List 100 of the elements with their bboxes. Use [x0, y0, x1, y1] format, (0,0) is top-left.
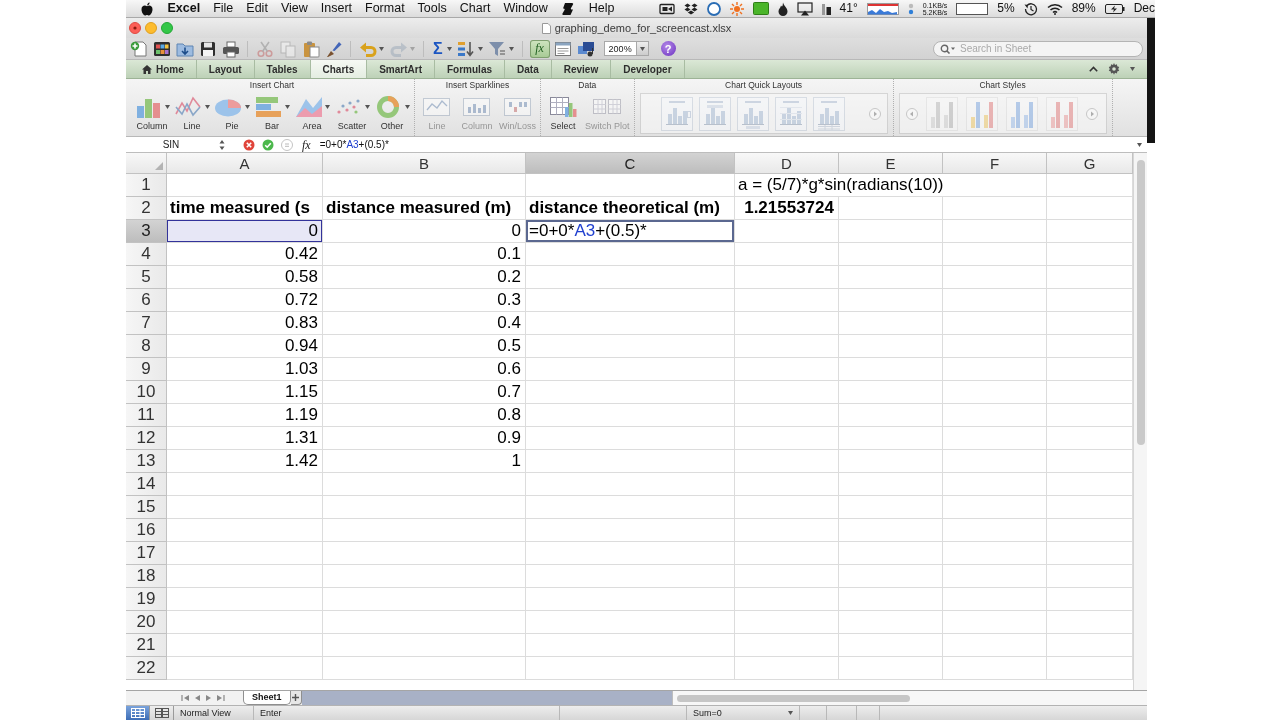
- ribbon-tab[interactable]: Tables: [254, 60, 311, 78]
- close-icon[interactable]: [129, 22, 141, 34]
- left-arrow-icon[interactable]: [194, 694, 201, 702]
- scrollbar-thumb[interactable]: [676, 694, 910, 702]
- select-data-button[interactable]: Select: [543, 93, 583, 132]
- filter-icon[interactable]: [488, 39, 507, 58]
- formula-builder-button[interactable]: fx: [529, 39, 550, 58]
- area-chart-button[interactable]: Area: [292, 93, 332, 132]
- video-camera-icon[interactable]: [658, 2, 675, 15]
- row-header[interactable]: 14: [126, 473, 167, 496]
- caret-icon[interactable]: [477, 46, 483, 51]
- app-menu[interactable]: Excel: [161, 0, 207, 17]
- letter-header[interactable]: C: [526, 153, 735, 174]
- row-header[interactable]: 13: [126, 450, 167, 473]
- history-icon[interactable]: [1023, 1, 1038, 16]
- media-icon[interactable]: [577, 39, 596, 58]
- caret-icon[interactable]: [446, 46, 452, 51]
- row-header[interactable]: 16: [126, 519, 167, 542]
- add-sheet-button[interactable]: [290, 691, 302, 705]
- row-header[interactable]: 8: [126, 335, 167, 358]
- menu-item[interactable]: Help: [582, 0, 622, 17]
- letter-header[interactable]: F: [943, 153, 1047, 174]
- menu-item[interactable]: View: [274, 0, 315, 17]
- row-header[interactable]: 6: [126, 289, 167, 312]
- row-header[interactable]: 21: [126, 634, 167, 657]
- normal-view-button[interactable]: [126, 706, 150, 720]
- letter-header[interactable]: G: [1047, 153, 1133, 174]
- other-charts-button[interactable]: Other: [372, 93, 412, 132]
- ribbon-tab[interactable]: Home: [130, 60, 197, 78]
- menu-item[interactable]: Window: [496, 0, 555, 17]
- cell-editor[interactable]: =0+0*A3+(0.5)*: [526, 220, 735, 243]
- ribbon-tab[interactable]: Layout: [196, 60, 255, 78]
- menu-item[interactable]: Format: [358, 0, 412, 17]
- row-header[interactable]: 4: [126, 243, 167, 266]
- row-header[interactable]: 22: [126, 657, 167, 680]
- search-icon[interactable]: [940, 43, 956, 54]
- square-icon[interactable]: [752, 2, 769, 15]
- ribbon-tab[interactable]: Review: [551, 60, 612, 78]
- line-chart-button[interactable]: Line: [172, 93, 212, 132]
- battery-icon[interactable]: [1104, 3, 1125, 14]
- sheet-tab[interactable]: Sheet1: [243, 691, 291, 705]
- apple-icon[interactable]: [141, 1, 153, 16]
- cpu-usage[interactable]: 5%: [997, 0, 1015, 17]
- save-icon[interactable]: [198, 39, 217, 58]
- meter-icon[interactable]: [821, 2, 831, 15]
- letter-header[interactable]: D: [735, 153, 839, 174]
- caret-icon[interactable]: [508, 46, 514, 51]
- bar-chart-button[interactable]: Bar: [252, 93, 292, 132]
- row-header[interactable]: 15: [126, 496, 167, 519]
- menu-item[interactable]: Insert: [314, 0, 359, 17]
- letter-header[interactable]: E: [839, 153, 943, 174]
- printer-icon[interactable]: [221, 39, 240, 58]
- ribbon-tab[interactable]: SmartArt: [367, 60, 435, 78]
- window-icon[interactable]: [554, 39, 573, 58]
- row-header[interactable]: 19: [126, 588, 167, 611]
- settings-icon[interactable]: [1108, 63, 1120, 75]
- row-header[interactable]: 11: [126, 404, 167, 427]
- letter-header[interactable]: B: [323, 153, 526, 174]
- menu-item[interactable]: Chart: [453, 0, 497, 17]
- row-header[interactable]: 2: [126, 197, 167, 220]
- ring-icon[interactable]: [706, 1, 721, 16]
- menu-item[interactable]: Tools: [411, 0, 454, 17]
- temperature-reading[interactable]: 41°: [839, 0, 858, 17]
- scrollbar-thumb[interactable]: [1136, 160, 1145, 445]
- name-box[interactable]: SIN: [126, 137, 216, 152]
- caret-icon[interactable]: [379, 46, 384, 51]
- ribbon-tab[interactable]: Formulas: [435, 60, 505, 78]
- ribbon-tab[interactable]: Data: [505, 60, 552, 78]
- autosum-button[interactable]: Σ: [431, 39, 445, 58]
- indicator-icon[interactable]: [907, 2, 914, 15]
- search-input[interactable]: Search in Sheet: [960, 42, 1134, 55]
- stepper-icon[interactable]: [219, 138, 225, 151]
- check-icon[interactable]: [261, 138, 274, 151]
- row-header[interactable]: 17: [126, 542, 167, 565]
- caret-icon[interactable]: [1137, 142, 1142, 147]
- first-arrow-icon[interactable]: [181, 694, 190, 702]
- cpu-graph-icon[interactable]: [956, 2, 989, 15]
- letter-header[interactable]: A: [167, 153, 323, 174]
- color-tiles-icon[interactable]: [152, 39, 171, 58]
- diamond-cluster-icon[interactable]: [683, 2, 698, 15]
- clipboard-icon[interactable]: [301, 39, 320, 58]
- row-header[interactable]: 20: [126, 611, 167, 634]
- sum-dropdown[interactable]: Sum=0: [687, 706, 800, 720]
- menu-item[interactable]: File: [206, 0, 240, 17]
- row-header[interactable]: 3: [126, 220, 167, 243]
- ribbon-tab[interactable]: Charts: [310, 60, 368, 78]
- maximize-icon[interactable]: [161, 22, 173, 34]
- scatter-chart-button[interactable]: Scatter: [332, 93, 372, 132]
- sun-icon[interactable]: [729, 1, 744, 16]
- row-header[interactable]: 18: [126, 565, 167, 588]
- row-header[interactable]: 7: [126, 312, 167, 335]
- network-graph-icon[interactable]: [866, 2, 899, 15]
- row-header[interactable]: 5: [126, 266, 167, 289]
- row-header[interactable]: 12: [126, 427, 167, 450]
- insert-function-button[interactable]: fx: [302, 137, 311, 152]
- caret-icon[interactable]: [1130, 67, 1135, 71]
- wifi-icon[interactable]: [1046, 2, 1063, 15]
- last-arrow-icon[interactable]: [216, 694, 225, 702]
- menu-item[interactable]: Edit: [239, 0, 275, 17]
- ribbon-tab[interactable]: Developer: [611, 60, 685, 78]
